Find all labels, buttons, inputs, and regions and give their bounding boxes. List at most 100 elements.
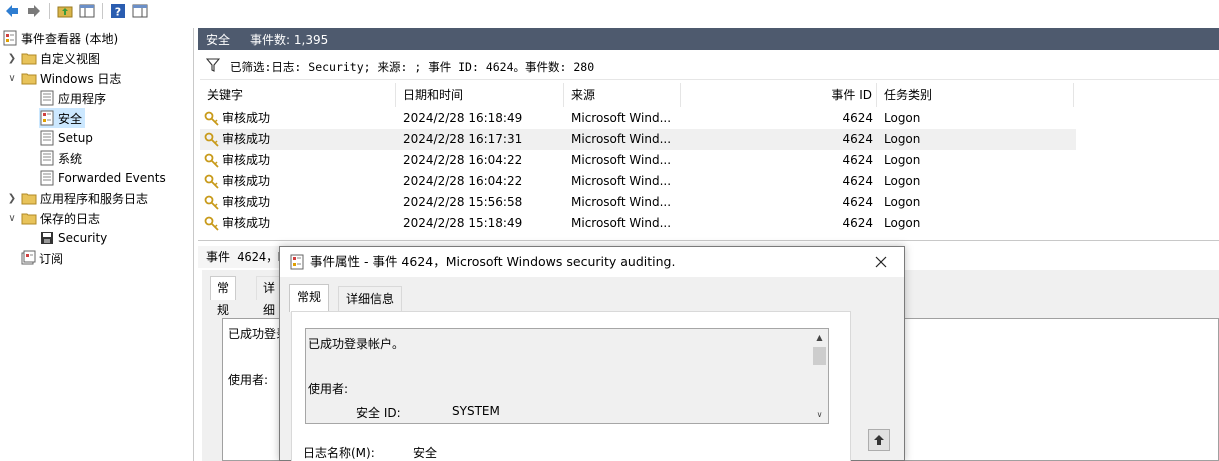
chevron-right-icon[interactable]: ❯ (6, 53, 18, 64)
cell-datetime: 2024/2/28 16:04:22 (403, 174, 523, 188)
log-name-value: 安全 (413, 446, 438, 460)
back-icon[interactable] (2, 1, 22, 21)
cell-keyword: 审核成功 (222, 153, 271, 167)
table-row[interactable]: 审核成功 2024/2/28 16:18:49 Microsoft Wind... 4… (200, 108, 1076, 129)
events-table: 关键字 日期和时间 来源 事件 ID 任务类别 审核成功 2024/2/28 16… (200, 83, 1217, 241)
cell-task-category: Logon (884, 174, 921, 188)
log-icon (39, 110, 55, 126)
dialog-tab-general[interactable]: 常规 (289, 284, 330, 312)
tree-item-subscriptions[interactable]: 订阅 (20, 248, 66, 268)
tree-item-custom-views[interactable]: ❯ 自定义视图 (6, 48, 103, 68)
detail-tab-general[interactable]: 常规 (210, 276, 237, 317)
cell-event-id: 4624 (842, 111, 873, 125)
tree-item-label: Forwarded Events (58, 171, 166, 185)
tree-item-saved-security[interactable]: Security (39, 228, 110, 248)
cell-source: Microsoft Wind... (571, 153, 672, 167)
security-id-label: 安全 ID: (356, 406, 401, 420)
tree-item-root[interactable]: 事件查看器 (本地) (2, 28, 121, 48)
dialog-tab-page: 已成功登录帐户。 使用者: 安全 ID: SYSTEM ▲ ∨ 日志名称(M):… (291, 311, 851, 461)
action-pane-icon[interactable] (130, 1, 150, 21)
cell-event-id: 4624 (842, 132, 873, 146)
filter-text: 已筛选:日志: Security; 来源: ; 事件 ID: 4624。事件数:… (230, 59, 595, 74)
tree-item-security[interactable]: 安全 (39, 108, 86, 128)
close-button[interactable] (858, 247, 904, 277)
cell-task-category: Logon (884, 111, 921, 125)
detail-title: 事件 4624，M (198, 246, 288, 268)
log-icon (39, 90, 55, 106)
scroll-down-icon[interactable]: ∨ (811, 407, 828, 422)
chevron-right-icon[interactable]: ❯ (6, 193, 18, 204)
column-header-keyword[interactable]: 关键字 (200, 83, 396, 107)
table-row[interactable]: 审核成功 2024/2/28 15:56:58 Microsoft Wind... 4… (200, 192, 1076, 213)
description-line: 使用者: (308, 382, 349, 396)
event-viewer-icon (289, 254, 305, 273)
tree-item-application[interactable]: 应用程序 (39, 88, 109, 108)
tree-item-label: 应用程序和服务日志 (40, 191, 149, 206)
folder-up-icon[interactable] (55, 1, 75, 21)
filter-icon (205, 58, 221, 75)
svg-text:?: ? (115, 6, 121, 19)
filter-bar: 已筛选:日志: Security; 来源: ; 事件 ID: 4624。事件数:… (200, 54, 1219, 80)
audit-success-key-icon (204, 195, 220, 211)
previous-event-button[interactable] (868, 429, 890, 451)
cell-datetime: 2024/2/28 16:04:22 (403, 153, 523, 167)
event-properties-dialog: 事件属性 - 事件 4624，Microsoft Windows securit… (279, 246, 905, 461)
log-header-bar: 安全 事件数: 1,395 (198, 28, 1219, 50)
dialog-title: 事件属性 - 事件 4624，Microsoft Windows securit… (310, 254, 676, 269)
column-header-event-id[interactable]: 事件 ID (681, 83, 877, 107)
description-line: 已成功登录帐户。 (308, 337, 405, 351)
cell-keyword: 审核成功 (222, 216, 271, 230)
tree-item-app-service-logs[interactable]: ❯ 应用程序和服务日志 (6, 188, 151, 208)
table-row[interactable]: 审核成功 2024/2/28 16:17:31 Microsoft Wind... 4… (200, 129, 1076, 150)
column-header-source[interactable]: 来源 (564, 83, 681, 107)
tree-item-system[interactable]: 系统 (39, 148, 85, 168)
event-description-box[interactable]: 已成功登录帐户。 使用者: 安全 ID: SYSTEM ▲ ∨ (305, 328, 829, 424)
audit-success-key-icon (204, 132, 220, 148)
vertical-scrollbar[interactable]: ▲ ∨ (811, 329, 828, 423)
forward-icon[interactable] (24, 1, 44, 21)
cell-task-category: Logon (884, 132, 921, 146)
tree-item-windows-logs[interactable]: ∨ Windows 日志 (6, 68, 124, 88)
toolbar-separator (49, 3, 50, 19)
cell-source: Microsoft Wind... (571, 195, 672, 209)
tree-item-saved-logs[interactable]: ∨ 保存的日志 (6, 208, 103, 228)
chevron-down-icon[interactable]: ∨ (6, 213, 18, 224)
tree-item-forwarded-events[interactable]: Forwarded Events (39, 168, 169, 188)
cell-keyword: 审核成功 (222, 174, 271, 188)
folder-icon (21, 50, 37, 66)
table-header: 关键字 日期和时间 来源 事件 ID 任务类别 (200, 83, 1217, 107)
table-row[interactable]: 审核成功 2024/2/28 16:04:22 Microsoft Wind... 4… (200, 171, 1076, 192)
cell-keyword: 审核成功 (222, 111, 271, 125)
tree-item-label: Security (58, 231, 108, 245)
scroll-thumb[interactable] (813, 347, 826, 365)
log-icon (39, 170, 55, 186)
tree-item-label: Windows 日志 (40, 71, 122, 86)
table-row[interactable]: 审核成功 2024/2/28 16:04:22 Microsoft Wind... 4… (200, 150, 1076, 171)
audit-success-key-icon (204, 111, 220, 127)
audit-success-key-icon (204, 153, 220, 169)
toolbar-separator (102, 3, 103, 19)
tree-item-label: 事件查看器 (本地) (21, 31, 119, 46)
tree-item-setup[interactable]: Setup (39, 128, 96, 148)
tree-item-label: 应用程序 (58, 91, 107, 106)
column-header-datetime[interactable]: 日期和时间 (396, 83, 564, 107)
show-pane-icon[interactable] (77, 1, 97, 21)
tree-item-label: 订阅 (39, 251, 64, 266)
cell-keyword: 审核成功 (222, 132, 271, 146)
cell-source: Microsoft Wind... (571, 111, 672, 125)
scroll-up-icon[interactable]: ▲ (811, 330, 828, 345)
log-name-label: 日志名称(M): (303, 446, 375, 460)
chevron-down-icon[interactable]: ∨ (6, 73, 18, 84)
folder-icon (21, 190, 37, 206)
help-icon[interactable]: ? (108, 1, 128, 21)
arrow-up-icon (874, 435, 884, 445)
dialog-tab-details[interactable]: 详细信息 (338, 286, 403, 312)
column-header-task-category[interactable]: 任务类别 (877, 83, 1074, 107)
cell-source: Microsoft Wind... (571, 174, 672, 188)
event-viewer-icon (2, 30, 18, 46)
tree-item-label: 保存的日志 (40, 211, 101, 226)
table-row[interactable]: 审核成功 2024/2/28 15:18:49 Microsoft Wind... 4… (200, 213, 1076, 234)
cell-task-category: Logon (884, 195, 921, 209)
log-title: 安全 (206, 32, 231, 47)
folder-icon (21, 210, 37, 226)
